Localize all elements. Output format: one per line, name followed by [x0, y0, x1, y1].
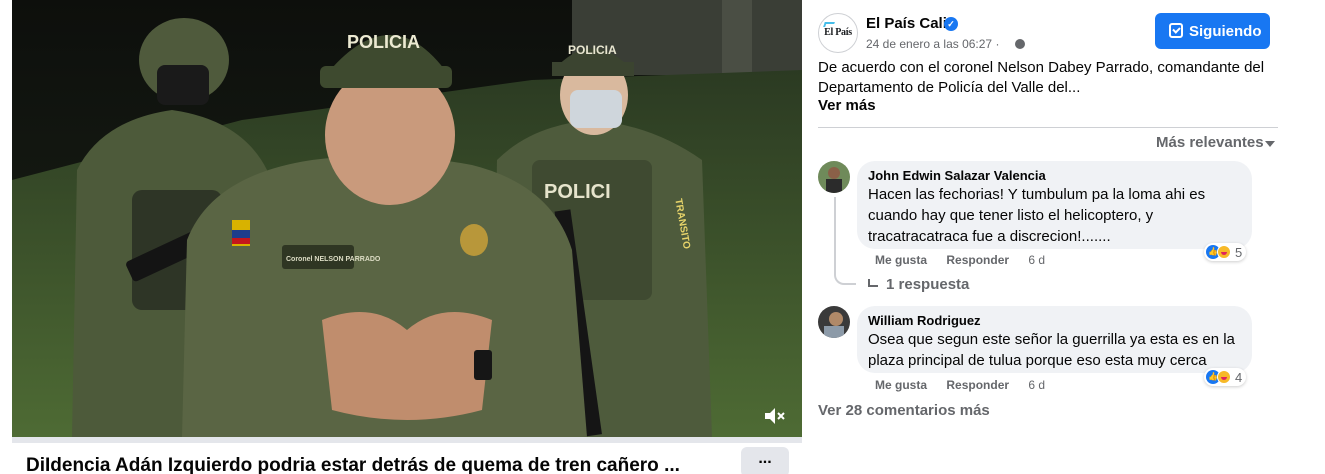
mute-icon [765, 408, 785, 424]
page-name-link[interactable]: El País Cali [866, 15, 947, 32]
post-date[interactable]: 24 de enero a las 06:27 [866, 37, 992, 51]
facebook-post-view: POLICIA POLICI TRANSITO POLICIA Coronel … [0, 0, 1325, 474]
comment-line: Hacen las fechorias! Y tumbulum pa la lo… [868, 186, 1206, 203]
thread-line [834, 197, 856, 285]
reply-action[interactable]: Responder [946, 253, 1009, 267]
follow-check-icon [1169, 23, 1183, 38]
divider [818, 127, 1278, 128]
reaction-summary[interactable]: 👍 4 [1204, 368, 1247, 386]
post-text: De acuerdo con el coronel Nelson Dabey P… [818, 59, 1265, 96]
reaction-count: 4 [1235, 369, 1243, 385]
video-player[interactable]: POLICIA POLICI TRANSITO POLICIA Coronel … [12, 0, 802, 437]
more-options-button[interactable]: ... [741, 447, 789, 474]
following-button[interactable]: Siguiendo [1155, 13, 1270, 49]
comment-author[interactable]: William Rodriguez [868, 313, 981, 328]
haha-reaction-icon [1217, 245, 1231, 259]
center-cap-text: POLICIA [347, 32, 420, 52]
right-cap-text: POLICIA [568, 43, 617, 57]
reaction-count: 5 [1235, 244, 1243, 260]
sort-caret-icon [1265, 141, 1275, 147]
video-progress-track[interactable] [12, 437, 802, 443]
comment-author[interactable]: John Edwin Salazar Valencia [868, 168, 1046, 183]
see-more-link[interactable]: Ver más [818, 97, 876, 114]
replies-label: 1 respuesta [886, 276, 970, 293]
comment-sort-dropdown[interactable]: Más relevantes [1156, 134, 1264, 151]
avatar[interactable] [818, 306, 850, 338]
view-replies-link[interactable]: 1 respuesta [868, 276, 969, 293]
video-title[interactable]: DiIdencia Adán Izquierdo podria estar de… [26, 455, 680, 474]
reply-action[interactable]: Responder [946, 378, 1009, 392]
video-frame: POLICIA POLICI TRANSITO POLICIA Coronel … [12, 0, 802, 437]
comment-line: tracatracatraca fue a discrecion!....... [868, 228, 1111, 245]
comment-time[interactable]: 6 d [1028, 378, 1045, 392]
comment-line: Osea que segun este señor la guerrilla y… [868, 331, 1235, 348]
comment-text: Osea que segun este señor la guerrilla y… [868, 329, 1235, 371]
mute-button[interactable] [762, 405, 788, 427]
reply-arrow-icon [868, 279, 878, 287]
avatar[interactable] [818, 161, 850, 193]
globe-icon [1015, 39, 1025, 49]
page-avatar[interactable]: El País [818, 13, 858, 53]
comment-line: plaza principal de tulua porque eso esta… [868, 352, 1207, 369]
name-tag-text: Coronel NELSON PARRADO [286, 256, 381, 263]
comment-line: cuando hay que tener listo el helicopter… [868, 207, 1154, 224]
comment-actions: Me gusta Responder 6 d [875, 253, 1061, 267]
verified-icon: ✓ [944, 17, 958, 31]
avatar-photo [818, 161, 850, 193]
following-label: Siguiendo [1189, 23, 1262, 40]
view-more-comments-link[interactable]: Ver 28 comentarios más [818, 402, 990, 419]
meta-separator: · [995, 37, 1000, 51]
reaction-summary[interactable]: 👍 5 [1204, 243, 1247, 261]
avatar-photo [818, 306, 850, 338]
like-action[interactable]: Me gusta [875, 378, 927, 392]
haha-reaction-icon [1217, 370, 1231, 384]
like-action[interactable]: Me gusta [875, 253, 927, 267]
comment-text: Hacen las fechorias! Y tumbulum pa la lo… [868, 184, 1205, 247]
comment-actions: Me gusta Responder 6 d [875, 378, 1061, 392]
page-avatar-text: El País [824, 27, 852, 38]
post-meta: 24 de enero a las 06:27 · [866, 37, 999, 51]
vest-text: POLICI [544, 181, 611, 203]
comment-time[interactable]: 6 d [1028, 253, 1045, 267]
